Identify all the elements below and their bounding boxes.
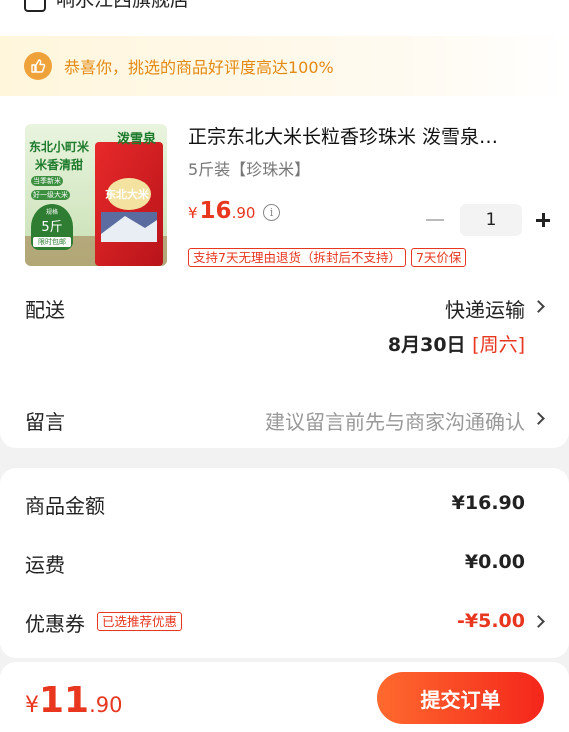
congrats-text: 恭喜你，挑选的商品好评度高达100% (64, 58, 334, 77)
image-weight-label: 规格 (45, 209, 58, 216)
price-protect-tag: 7天价保 (410, 248, 467, 267)
coupon-row[interactable]: 优惠券 已选推荐优惠 -¥5.00 (0, 608, 569, 638)
total-integer: 11 (39, 680, 90, 721)
submit-order-button[interactable]: 提交订单 (377, 672, 544, 724)
delivery-method[interactable]: 快递运输 (445, 294, 525, 323)
message-input[interactable]: 建议留言前先与商家沟通确认 (265, 406, 525, 435)
shipping-fee-label: 运费 (25, 553, 65, 577)
delivery-row[interactable]: 配送 快递运输 8月30日 [周六] (0, 294, 569, 374)
price-info-icon[interactable]: i (263, 204, 280, 221)
quantity-input[interactable]: 1 (460, 204, 522, 236)
coupon-tag: 已选推荐优惠 (97, 612, 183, 631)
image-weight: 5斤 (41, 220, 63, 235)
image-badge-1: 当季新米 (31, 176, 63, 186)
product-price: ¥ 16 .90 (188, 198, 255, 224)
thumbs-up-icon (24, 52, 52, 80)
message-chevron-icon[interactable] (532, 412, 545, 425)
price-decimal: .90 (231, 204, 256, 222)
delivery-date-text: 8月30日 (387, 334, 466, 356)
store-name[interactable]: 响水江西旗舰店 (56, 0, 189, 12)
coupon-chevron-icon[interactable] (532, 615, 545, 628)
shipping-fee-value: ¥0.00 (464, 551, 525, 573)
delivery-date: 8月30日 [周六] (388, 330, 525, 357)
goods-amount-value: ¥16.90 (451, 492, 525, 514)
price-integer: 16 (199, 198, 232, 224)
coupon-value[interactable]: -¥5.00 (457, 610, 525, 632)
goods-amount-label: 商品金额 (25, 494, 105, 518)
image-bag-text: 东北大米 (105, 188, 149, 201)
bottom-bar: ¥ 11 .90 提交订单 (0, 662, 569, 732)
delivery-label: 配送 (25, 298, 65, 322)
image-slogan-2: 米香清甜 (35, 158, 84, 172)
congrats-banner: 恭喜你，挑选的商品好评度高达100% (0, 36, 569, 96)
increase-button[interactable] (536, 213, 550, 227)
price-symbol: ¥ (188, 204, 198, 222)
product-spec[interactable]: 5斤装【珍珠米】 (188, 156, 310, 180)
return-policy-tag: 支持7天无理由退货（拆封后不支持） (188, 248, 406, 267)
image-badge-2: 好一级大米 (31, 190, 70, 200)
coupon-label: 优惠券 (25, 612, 85, 636)
shipping-fee-row: 运费 ¥0.00 (0, 549, 569, 579)
total-symbol: ¥ (25, 693, 39, 718)
image-slogan-1: 东北小町米 (29, 140, 90, 154)
order-card: 恭喜你，挑选的商品好评度高达100% 泼雪泉 东北小町米 米香清甜 当季新米 好… (0, 36, 569, 448)
message-label: 留言 (25, 410, 65, 434)
message-row[interactable]: 留言 建议留言前先与商家沟通确认 (0, 406, 569, 436)
quantity-stepper: 1 (426, 204, 550, 236)
product-image[interactable]: 泼雪泉 东北小町米 米香清甜 当季新米 好一级大米 规格 5斤 限时包邮 东北大… (25, 124, 167, 266)
image-weight-badge: 规格 5斤 限时包邮 (31, 204, 73, 250)
image-shipping: 限时包邮 (33, 237, 71, 247)
total-price: ¥ 11 .90 (25, 680, 123, 721)
image-brand: 泼雪泉 (117, 132, 157, 147)
decrease-button[interactable] (426, 219, 444, 221)
price-summary-card: 商品金额 ¥16.90 运费 ¥0.00 优惠券 已选推荐优惠 -¥5.00 (0, 468, 569, 658)
product-title[interactable]: 正宗东北大米长粒香珍珠米 泼雪泉… (188, 122, 548, 149)
product-item[interactable]: 泼雪泉 东北小町米 米香清甜 当季新米 好一级大米 规格 5斤 限时包邮 东北大… (0, 96, 569, 267)
service-tags: 支持7天无理由退货（拆封后不支持） 7天价保 (188, 248, 467, 267)
delivery-weekday: [周六] (472, 334, 525, 356)
total-decimal: .90 (89, 693, 123, 717)
store-header[interactable]: 响水江西旗舰店 (0, 0, 569, 36)
delivery-chevron-icon[interactable] (532, 300, 545, 313)
goods-amount-row: 商品金额 ¥16.90 (0, 490, 569, 520)
store-icon (24, 0, 46, 12)
